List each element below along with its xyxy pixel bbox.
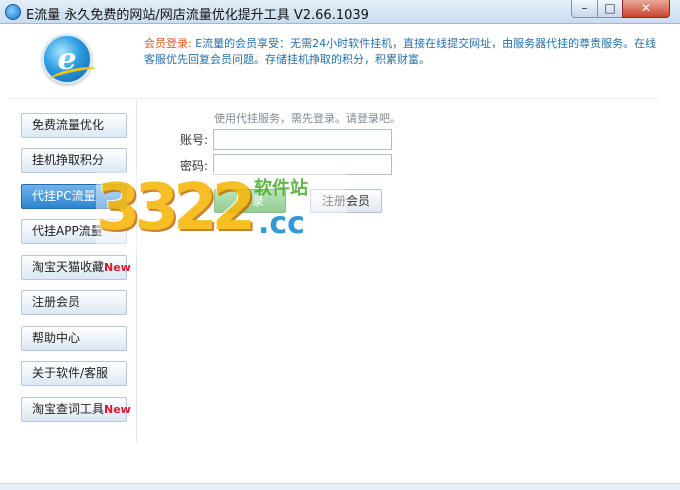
sidebar-item-label: 挂机挣取积分: [32, 153, 105, 167]
app-logo: e: [42, 34, 97, 84]
sidebar-item-taobao-favorites[interactable]: 淘宝天猫收藏New: [21, 255, 131, 280]
watermark-site: 软件站: [254, 178, 308, 199]
sidebar-divider: [136, 100, 137, 442]
account-input[interactable]: [213, 129, 392, 150]
new-badge: New: [104, 261, 131, 274]
watermark-suffix: .cc: [258, 206, 305, 241]
sidebar-item-label: 淘宝天猫收藏: [32, 260, 105, 274]
account-label: 账号:: [180, 133, 209, 147]
sidebar-item-keyword-tool[interactable]: 淘宝查词工具New: [21, 397, 131, 422]
notice-label: 会员登录:: [144, 37, 192, 50]
sidebar-item-free-traffic[interactable]: 免费流量优化: [21, 113, 127, 138]
maximize-button[interactable]: □: [597, 0, 623, 18]
sidebar-item-label: 注册会员: [32, 295, 81, 309]
close-icon: ✕: [640, 1, 652, 15]
sidebar-item-label: 帮助中心: [32, 331, 81, 345]
notice-text: E流量的会员享受：无需24小时软件挂机，直接在线提交网址，由服务器代挂的尊贵服务…: [144, 37, 657, 66]
minimize-icon: –: [581, 1, 588, 15]
maximize-icon: □: [604, 1, 616, 15]
sidebar-item-label: 免费流量优化: [32, 118, 105, 132]
sidebar-item-earn-points[interactable]: 挂机挣取积分: [21, 148, 127, 173]
new-badge: New: [104, 403, 131, 416]
header-divider: [8, 98, 658, 99]
close-button[interactable]: ✕: [622, 0, 670, 18]
title-bar[interactable]: E流量 永久免费的网站/网店流量优化提升工具 V2.66.1039 – □ ✕: [0, 0, 680, 24]
sidebar-item-about[interactable]: 关于软件/客服: [21, 361, 127, 386]
sidebar-item-label: 关于软件/客服: [32, 366, 109, 380]
sidebar-item-help[interactable]: 帮助中心: [21, 326, 127, 351]
window-bottom-edge: [0, 483, 680, 490]
sidebar-item-label: 代挂APP流量: [32, 224, 103, 238]
sidebar-item-label: 代挂PC流量: [32, 189, 96, 203]
login-hint: 使用代挂服务，需先登录。请登录吧。: [214, 112, 401, 125]
minimize-button[interactable]: –: [571, 0, 598, 18]
window-title: E流量 永久免费的网站/网店流量优化提升工具 V2.66.1039: [26, 8, 369, 23]
app-icon: [5, 4, 21, 20]
watermark-number: 3322: [96, 171, 256, 245]
sidebar-item-label: 淘宝查词工具: [32, 402, 105, 416]
watermark: 3322 软件站 .cc: [96, 172, 346, 252]
sidebar-item-register[interactable]: 注册会员: [21, 290, 127, 315]
member-notice: 会员登录: E流量的会员享受：无需24小时软件挂机，直接在线提交网址，由服务器代…: [144, 36, 664, 68]
